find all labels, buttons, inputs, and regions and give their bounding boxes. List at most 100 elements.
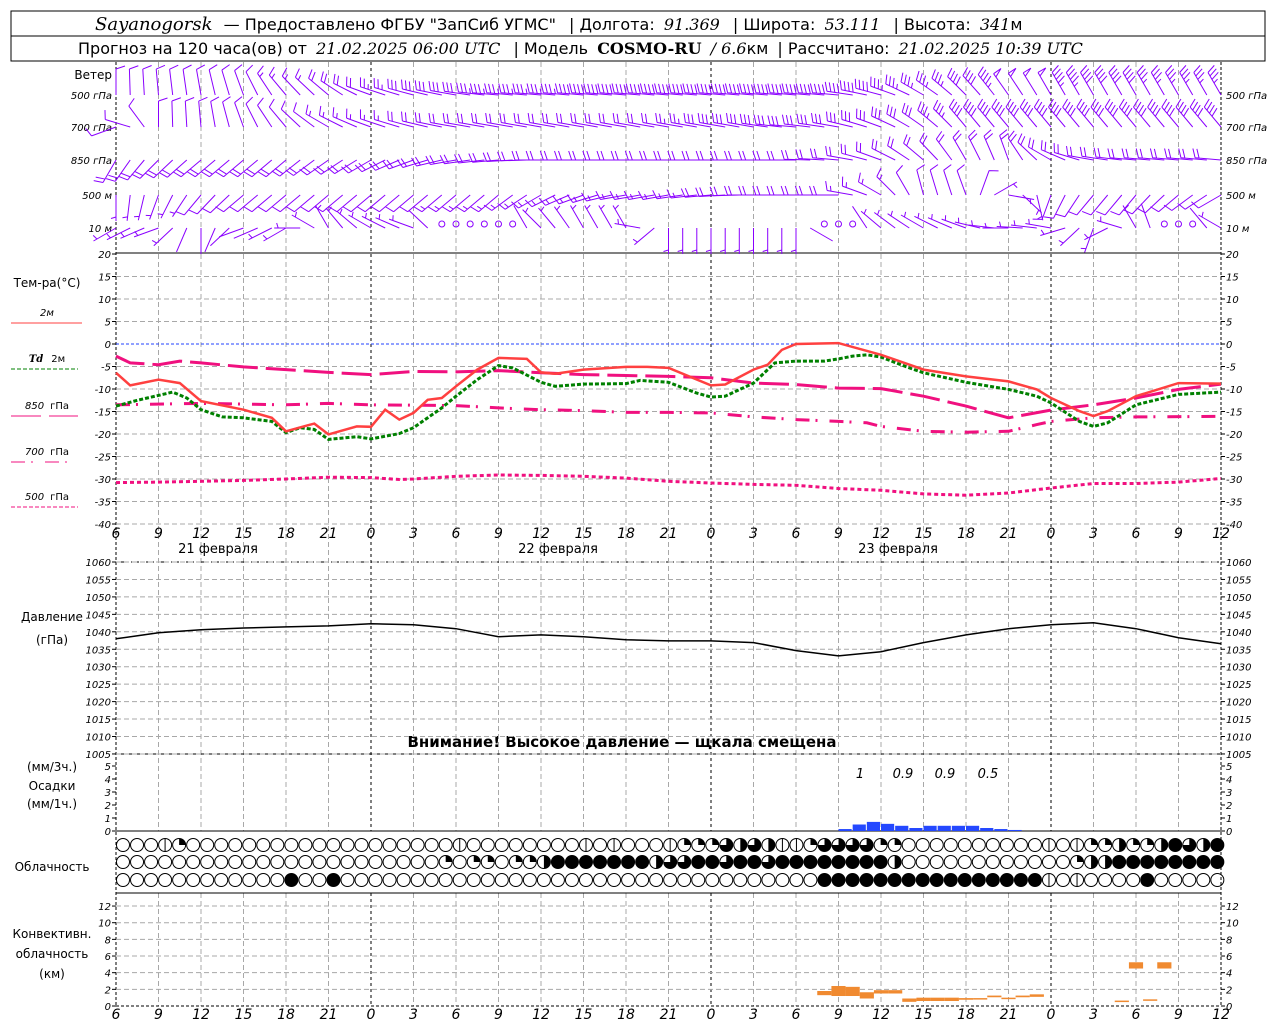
- cloud-full: [550, 855, 565, 869]
- cloud-cover-icon: [901, 855, 916, 869]
- cloud-outline: [396, 838, 411, 852]
- cloud-outline: [228, 838, 243, 852]
- cloud-full: [873, 855, 888, 869]
- precip-labels: (мм/3ч.) Осадки (мм/1ч.): [27, 760, 77, 811]
- wind-barb-icon: [471, 113, 499, 128]
- y-tick-label-left: 20: [98, 250, 111, 261]
- y-tick-label-right: 5: [1226, 318, 1232, 329]
- convective-bar: [944, 997, 959, 1002]
- wind-level-label-right: 500 м: [1226, 191, 1256, 202]
- cloud-outline: [130, 855, 145, 869]
- wind-barb-icon: [1203, 98, 1222, 128]
- cloud-outline: [186, 855, 201, 869]
- cloud-cover-icon: [494, 838, 509, 852]
- wind-barb-icon: [860, 208, 882, 229]
- cloud-cover-icon: [803, 838, 818, 852]
- y-tick-label-right: 1045: [1226, 610, 1251, 621]
- cloud-cover-icon: [621, 838, 636, 852]
- cloud-cover-icon: [677, 838, 692, 852]
- cloud-cover-icon: [452, 855, 467, 869]
- cloud-cover-icon: [1182, 838, 1197, 852]
- cloud-cover-icon: [242, 855, 257, 869]
- wind-barb-icon: [1108, 65, 1123, 96]
- cloud-cover-icon: [130, 855, 145, 869]
- cloud-full: [593, 855, 608, 869]
- cloud-outline: [480, 873, 495, 887]
- cloud-cover-icon: [1196, 838, 1211, 852]
- cloud-outline: [635, 838, 650, 852]
- cloud-cover-icon: [130, 838, 145, 852]
- wind-barb-icon: [854, 78, 882, 96]
- cloud-full: [915, 873, 930, 887]
- time-axis-label: 6: [452, 526, 461, 542]
- wind-barb-icon: [614, 218, 641, 229]
- cloud-cover-icon: [971, 838, 986, 852]
- y-tick-label-right: -35: [1226, 498, 1242, 509]
- cloud-cover-icon: [1168, 855, 1183, 869]
- cloud-cover-icon: [915, 873, 930, 887]
- cloud-cover-icon: [775, 855, 790, 869]
- wind-barb-icon: [956, 164, 967, 196]
- y-tick-label-left: 1050: [86, 593, 111, 604]
- wind-barb-icon: [895, 165, 910, 196]
- wind-barb-icon: [1080, 227, 1094, 253]
- cloud-outline: [396, 873, 411, 887]
- cloud-cover-icon: [999, 838, 1014, 852]
- cloud-cover-icon: [691, 855, 706, 869]
- convective-bar: [1114, 1000, 1129, 1003]
- model-label: | Модель: [513, 39, 588, 58]
- wind-barb-icon: [553, 205, 570, 229]
- wind-barb-icon: [204, 227, 216, 253]
- cloud-cover-icon: [1084, 838, 1099, 852]
- altitude-label: | Высота:: [894, 15, 971, 34]
- wind-barb-icon: [887, 136, 910, 161]
- date-label: 22 февраля: [518, 542, 598, 557]
- cloud-cover-icon: [929, 855, 944, 869]
- y-tick-label-left: 10: [98, 295, 111, 306]
- y-tick-label-left: 1020: [86, 698, 111, 709]
- wind-barb-icon: [538, 194, 570, 206]
- cloud-full: [831, 855, 846, 869]
- cloud-outline: [242, 838, 257, 852]
- y-tick-label-left: 2: [105, 985, 111, 996]
- cloud-full: [1013, 873, 1028, 887]
- cloud-cover-icon: [200, 873, 215, 887]
- wind-barb-icon: [221, 64, 230, 96]
- precip-bar: [966, 825, 980, 831]
- cloud-full: [845, 855, 860, 869]
- cloud-cover-icon: [186, 838, 201, 852]
- cloud-outline: [494, 855, 509, 869]
- cloud-cover-icon: [494, 855, 509, 869]
- wind-barb-icon: [935, 131, 953, 161]
- wind-barb-icon: [169, 194, 188, 217]
- cloud-cover-icon: [607, 855, 622, 869]
- wind-barb-icon: [354, 159, 386, 173]
- wind-barb-icon: [268, 66, 287, 96]
- cloud-cover-icon: [915, 855, 930, 869]
- cloud-title: Облачность: [15, 860, 90, 874]
- cloud-cover-icon: [186, 855, 201, 869]
- legend-850-unit: гПа: [50, 401, 69, 412]
- wind-barb-icon: [408, 209, 429, 229]
- cloud-cover-icon: [438, 873, 453, 887]
- cloud-cover-icon: [1182, 855, 1197, 869]
- cloud-cover-icon: [1154, 873, 1169, 887]
- cloud-outline: [1168, 873, 1183, 887]
- cloud-cover-icon: [172, 838, 187, 852]
- precip-bar: [866, 821, 880, 831]
- cloud-cover-icon: [354, 873, 369, 887]
- time-axis-label: 12: [532, 1007, 550, 1023]
- cloud-cover-icon: [326, 838, 341, 852]
- wind-barb-icon: [581, 192, 612, 202]
- cloud-outline: [242, 873, 257, 887]
- y-tick-label-right: 10: [1226, 295, 1239, 306]
- cloud-outline: [144, 873, 159, 887]
- wind-barb-icon: [948, 98, 967, 128]
- convective-bar: [916, 997, 931, 1002]
- wind-barb-icon: [1207, 65, 1222, 96]
- cloud-cover-icon: [1154, 855, 1169, 869]
- wind-barb-icon: [1062, 98, 1080, 128]
- wind-barb-icon: [145, 194, 159, 220]
- wind-barb-icon: [1076, 98, 1094, 128]
- cloud-outline: [1084, 873, 1099, 887]
